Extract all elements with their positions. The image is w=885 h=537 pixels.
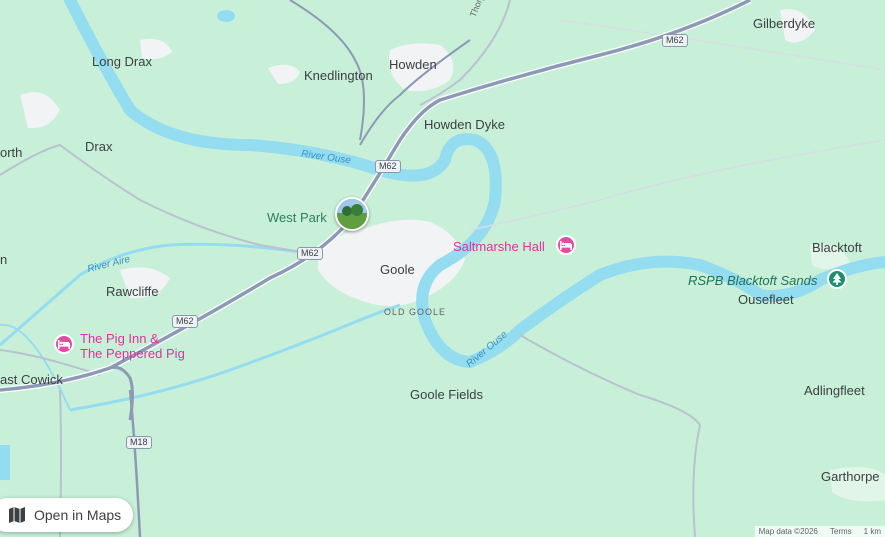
map-icon [9,507,25,523]
road-e [469,139,885,231]
m62-shield: M62 [297,247,323,260]
m62-shield: M62 [172,315,198,328]
drax-urban-area [20,92,60,129]
place-label-goole[interactable]: Goole [380,262,415,277]
junction [104,365,134,421]
open-in-maps-label: Open in Maps [34,507,122,523]
knedlington-urban-area [268,64,300,84]
terms-link[interactable]: Terms [830,527,852,536]
river-ouse [64,0,885,369]
place-label-rawcliffe[interactable]: Rawcliffe [106,284,159,299]
place-label-gilberdyke[interactable]: Gilberdyke [753,16,815,31]
place-label-ousefleet[interactable]: Ousefleet [738,292,794,307]
place-label-east-cowick[interactable]: ast Cowick [0,372,63,387]
map-attribution: Map data ©2026 Terms 1 km [754,526,885,537]
park-label-west-park[interactable]: West Park [267,210,327,225]
place-label-knedlington[interactable]: Knedlington [304,68,373,83]
place-label-garthorpe[interactable]: Garthorpe [821,469,880,484]
place-label-north[interactable]: orth [0,145,22,160]
road-a [0,143,321,256]
map-data-text: Map data ©2026 [758,527,818,536]
map-base [0,0,885,537]
poi-label-saltmarshe-hall[interactable]: Saltmarshe Hall [453,239,545,254]
place-label-howden-dyke[interactable]: Howden Dyke [424,117,505,132]
open-in-maps-button[interactable]: Open in Maps [0,498,134,532]
hotel-icon[interactable] [54,334,74,354]
park-photo-icon [337,199,367,229]
reserve-label-rspb-blacktoft-sands[interactable]: RSPB Blacktoft Sands [688,273,817,288]
place-label-long-drax[interactable]: Long Drax [92,54,152,69]
place-label-adlingfleet[interactable]: Adlingfleet [804,383,865,398]
place-label-howden[interactable]: Howden [389,57,437,72]
map-view[interactable]: M62 M62 M62 M62 M18 Long Drax Knedlingto… [0,0,885,537]
m18-shield: M18 [126,436,152,449]
tree-icon[interactable] [827,269,847,289]
scale-label: 1 km [863,527,881,536]
hotel-icon[interactable] [556,235,576,255]
place-label-goole-fields[interactable]: Goole Fields [410,387,483,402]
poi-label-pig-inn-line2[interactable]: The Peppered Pig [80,346,185,361]
lake-2 [0,445,10,480]
poi-label-pig-inn[interactable]: The Pig Inn & [80,331,159,346]
m62-shield: M62 [375,160,401,173]
lake-1 [217,10,235,22]
district-label-old-goole: OLD GOOLE [384,307,447,317]
m62-shield: M62 [662,34,688,47]
place-photo-pin[interactable] [335,197,369,231]
place-label-blacktoft[interactable]: Blacktoft [812,240,862,255]
road-i [559,19,885,71]
road-d [519,334,702,537]
place-label-drax[interactable]: Drax [85,139,112,154]
place-label-left-edge[interactable]: n [0,252,7,267]
